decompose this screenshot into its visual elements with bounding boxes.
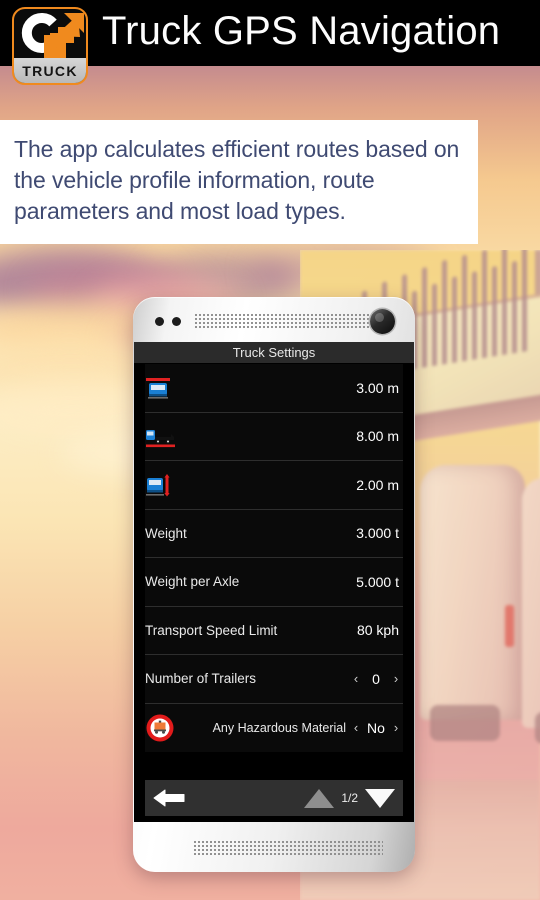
settings-row-value: 8.00 m xyxy=(356,428,399,445)
navigation-arrow-icon xyxy=(21,13,84,59)
settings-row-label: Weight per Axle xyxy=(145,574,240,590)
app-icon-badge: TRUCK xyxy=(14,58,86,83)
triangle-up-icon[interactable] xyxy=(304,788,335,808)
chevron-left-icon[interactable]: ‹ xyxy=(349,720,363,735)
description-text: The app calculates efficient routes base… xyxy=(14,136,460,224)
settings-row-value: 80 kph xyxy=(356,622,399,639)
settings-row-label: Weight xyxy=(145,525,187,541)
settings-row-value: 3.00 m xyxy=(356,379,399,396)
description-panel: The app calculates efficient routes base… xyxy=(0,120,478,244)
truck-width-icon xyxy=(145,376,179,400)
settings-row-truck-length[interactable]: 8.00 m xyxy=(145,412,403,461)
settings-row-value: 0 xyxy=(372,670,380,687)
settings-row-weight-per-axle[interactable]: Weight per Axle 5.000 t xyxy=(145,558,403,607)
triangle-down-icon[interactable] xyxy=(365,788,395,808)
front-camera-icon xyxy=(370,309,395,334)
settings-list: 3.00 m 8.00 m 2.00 m Weight 3.000 t Weig… xyxy=(134,364,414,752)
settings-row-hazardous-material[interactable]: Any Hazardous Material ‹ No › xyxy=(145,703,403,752)
settings-row-weight[interactable]: Weight 3.000 t xyxy=(145,509,403,558)
settings-row-label: Transport Speed Limit xyxy=(145,622,278,638)
settings-row-value: No xyxy=(367,719,385,736)
phone-mockup: Truck Settings 3.00 m 8.00 m 2.00 m Weig… xyxy=(133,297,415,872)
settings-row-value: 2.00 m xyxy=(356,476,399,493)
app-icon-badge-label: TRUCK xyxy=(22,62,78,79)
hazmat-prohibited-icon xyxy=(145,713,179,743)
earpiece-grille xyxy=(194,313,379,329)
phone-screen: Truck Settings 3.00 m 8.00 m 2.00 m Weig… xyxy=(134,342,414,822)
app-bottom-toolbar: 1/2 xyxy=(145,780,403,816)
chevron-left-icon[interactable]: ‹ xyxy=(349,671,363,686)
page-title: Truck GPS Navigation xyxy=(102,9,501,53)
phone-bottom-bezel xyxy=(133,822,415,872)
back-arrow-icon[interactable] xyxy=(153,787,185,809)
truck-height-icon xyxy=(145,473,179,497)
settings-row-label: Number of Trailers xyxy=(145,671,257,687)
settings-row-value: 5.000 t xyxy=(356,573,399,590)
chevron-right-icon[interactable]: › xyxy=(389,671,403,686)
speaker-grille xyxy=(193,840,383,856)
hazmat-stepper[interactable]: ‹ No › xyxy=(349,720,403,736)
page-indicator: 1/2 xyxy=(341,791,358,805)
settings-row-truck-height[interactable]: 2.00 m xyxy=(145,461,403,510)
app-icon: TRUCK xyxy=(12,7,88,85)
sensor-dots-icon xyxy=(155,317,181,326)
app-title-bar: Truck Settings xyxy=(134,342,414,364)
trailers-stepper[interactable]: ‹ 0 › xyxy=(349,671,403,687)
phone-top-bezel xyxy=(133,297,415,342)
settings-row-number-of-trailers[interactable]: Number of Trailers ‹ 0 › xyxy=(145,655,403,704)
settings-row-transport-speed-limit[interactable]: Transport Speed Limit 80 kph xyxy=(145,606,403,655)
app-title: Truck Settings xyxy=(232,345,316,360)
settings-row-label: Any Hazardous Material xyxy=(212,720,346,735)
settings-row-truck-width[interactable]: 3.00 m xyxy=(145,364,403,413)
chevron-right-icon[interactable]: › xyxy=(389,720,403,735)
truck-length-icon xyxy=(145,424,179,448)
settings-row-value: 3.000 t xyxy=(356,525,399,542)
